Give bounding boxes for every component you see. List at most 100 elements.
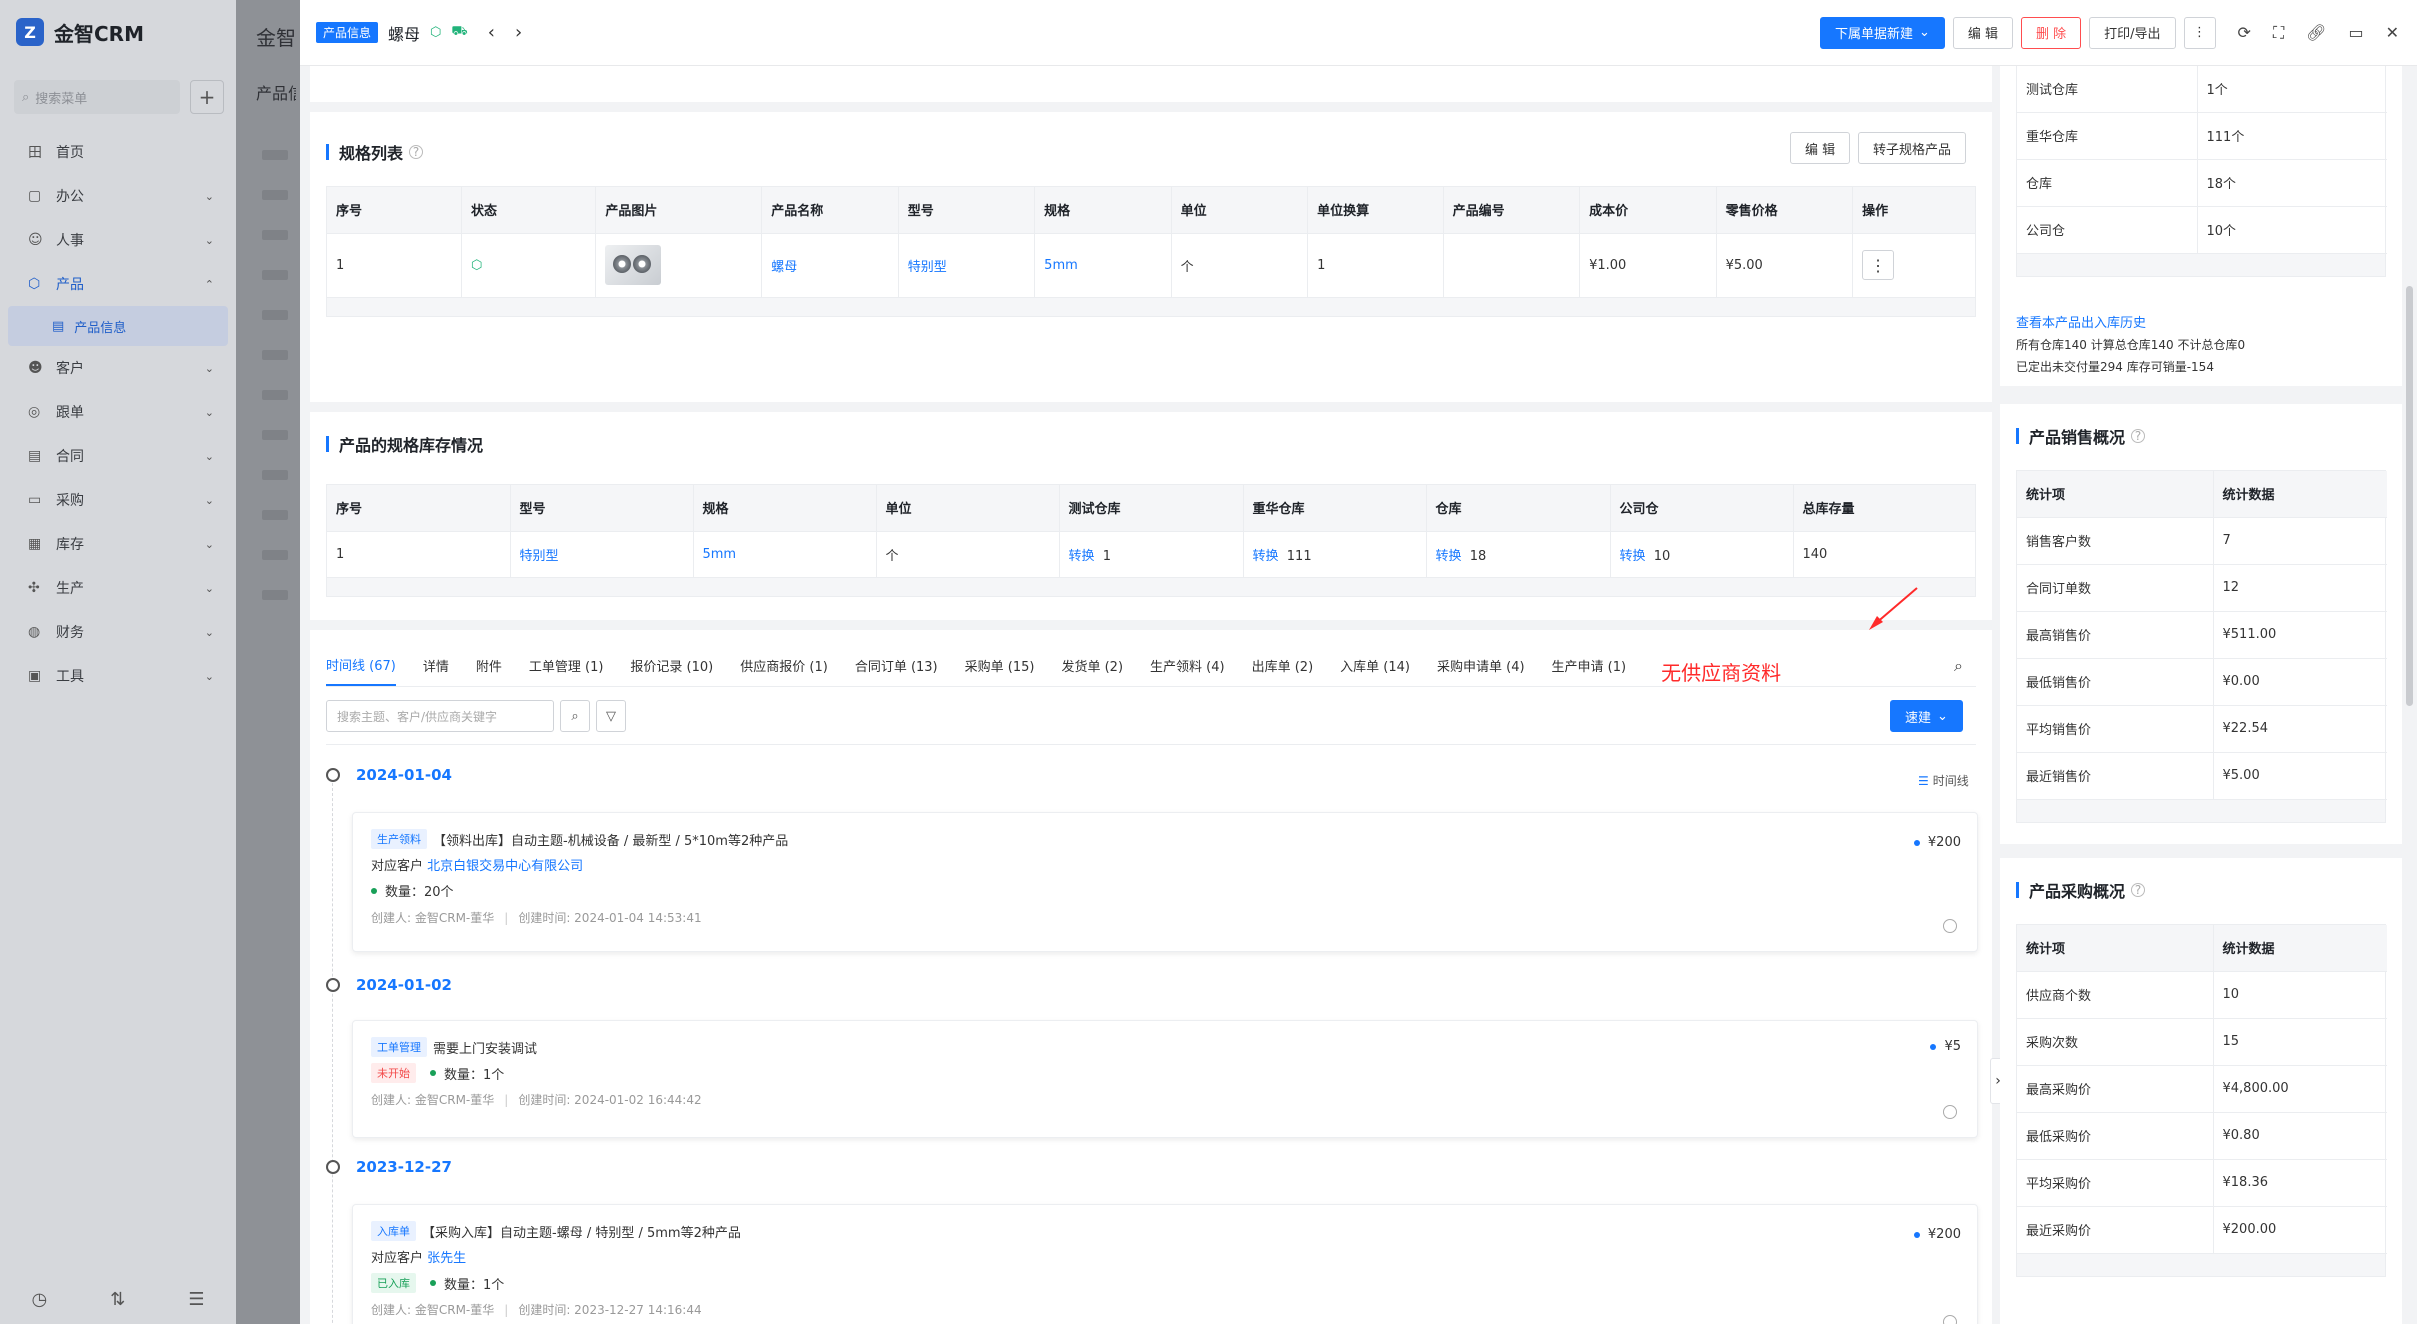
tab-supplier-quotes[interactable]: 供应商报价 (1) [740,644,828,686]
menu-search-input[interactable]: ⌕ 搜索菜单 [14,80,180,114]
tab-purchase-orders[interactable]: 采购单 (15) [965,644,1035,686]
sidebar-item-tools[interactable]: ▣ 工具 ⌄ [0,654,236,698]
warehouse-stock-table: 测试仓库 1个 重华仓库 111个 仓库 18个 公司仓 10个 [2016,66,2387,277]
sidebar-subitem-product-info[interactable]: ▤ 产品信息 [8,306,228,346]
table-footer [2017,1253,2385,1276]
annotation-no-supplier: 无供应商资料 [1661,661,1782,685]
sidebar-item-office[interactable]: ▢ 办公 ⌄ [0,174,236,218]
timeline-search-input[interactable]: 搜索主题、客户/供应商关键字 [326,700,554,732]
sidebar-item-finance[interactable]: ◍ 财务 ⌄ [0,610,236,654]
new-subdocument-button[interactable]: 下属单据新建 ⌄ [1819,16,1945,49]
tab-delivery-notes[interactable]: 发货单 (2) [1061,644,1123,686]
search-icon[interactable]: ⌕ [1954,656,1963,676]
sales-overview-table: 统计项 统计数据 销售客户数 7 合同订单数 12 最高销售价 ¥511.00 最低销售… [2016,470,2387,823]
sidebar-item-customer[interactable]: ☻ 客户 ⌄ [0,346,236,390]
sidebar-item-inventory[interactable]: ▦ 库存 ⌄ [0,522,236,566]
filter-settings-icon[interactable]: ⇅ [110,1289,125,1310]
timeline-card: 时间线 (67) 详情 附件 工单管理 (1) 报价记录 (10) 供应商报价 … [310,587,1992,1324]
tab-production-requests[interactable]: 生产申请 (1) [1552,644,1627,686]
cell-cost: ¥1.00 [1579,233,1717,298]
model-link[interactable]: 特别型 [908,260,947,275]
target-icon: ◎ [28,404,41,420]
drawer-header: 产品信息 螺母 ⬡ ⛟ ‹ › 下属单据新建 ⌄ 编 辑 删 除 打印/导出 ⋮ … [300,0,2417,66]
search-icon[interactable]: ⌕ [560,700,590,732]
sidebar-item-purchase[interactable]: ▭ 采购 ⌄ [0,478,236,522]
chevron-down-icon: ⌄ [204,581,214,595]
logo[interactable]: Z 金智CRM [0,0,236,64]
cell-actions: ⋮ [1852,233,1975,298]
add-icon[interactable]: + [190,80,224,114]
timeline-entry[interactable]: 生产领料 【领料出库】自动主题-机械设备 / 最新型 / 5*10m等2种产品 对… [352,812,1978,952]
refresh-icon[interactable]: ⟳ [2238,23,2251,42]
sidebar-item-production[interactable]: ✣ 生产 ⌄ [0,566,236,610]
entry-title[interactable]: 需要上门安装调试 [433,1038,537,1057]
quick-create-button[interactable]: 速建 ⌄ [1890,700,1963,732]
help-icon[interactable]: ? [409,145,424,159]
sidebar-item-home[interactable]: 田首页 [0,130,236,174]
product-image[interactable] [605,245,662,285]
tab-inbound[interactable]: 入库单 (14) [1340,644,1410,686]
prev-record-icon[interactable]: ‹ [488,22,495,43]
tab-attachments[interactable]: 附件 [476,644,502,686]
scrollbar-thumb[interactable] [2406,286,2413,706]
window-icon[interactable]: ▭ [2348,23,2363,42]
comment-icon[interactable] [1943,1315,1957,1324]
entry-customer-link[interactable]: 张先生 [427,1247,466,1266]
convert-spec-button[interactable]: 转子规格产品 [1858,132,1967,164]
stat-name: 最高销售价 [2017,611,2214,659]
entry-amount-value: ¥5 [1944,1039,1961,1054]
tab-details[interactable]: 详情 [423,644,449,686]
convert-link[interactable]: 转换 [1620,549,1646,564]
stock-history-link[interactable]: 查看本产品出入库历史 [2016,312,2146,331]
tab-timeline[interactable]: 时间线 (67) [326,644,396,686]
tab-contract-orders[interactable]: 合同订单 (13) [855,644,938,686]
timeline-dot [326,978,340,992]
menu-list-icon[interactable]: ☰ [188,1289,204,1310]
timeline-view-toggle[interactable]: ☰ 时间线 [1918,772,1969,789]
comment-icon[interactable] [1943,919,1957,933]
sidebar-item-contract[interactable]: ▤ 合同 ⌄ [0,434,236,478]
spec-link[interactable]: 5mm [703,547,737,562]
sidebar-item-followup[interactable]: ◎ 跟单 ⌄ [0,390,236,434]
fullscreen-icon[interactable]: ⛶ [2273,23,2284,43]
tab-quotes[interactable]: 报价记录 (10) [630,644,713,686]
convert-link[interactable]: 转换 [1436,549,1462,564]
convert-link[interactable]: 转换 [1253,549,1279,564]
edit-button[interactable]: 编 辑 [1952,16,2014,49]
product-name-link[interactable]: 螺母 [771,260,797,275]
tab-purchase-requests[interactable]: 采购申请单 (4) [1437,644,1525,686]
tab-work-orders[interactable]: 工单管理 (1) [529,644,604,686]
model-link[interactable]: 特别型 [520,549,559,564]
help-icon[interactable]: ? [2131,429,2146,443]
more-icon[interactable]: ⋮ [2183,16,2216,49]
timeline-entry[interactable]: 工单管理 需要上门安装调试 未开始 数量：1个 创建人: 金智CRM-董华 | 创建时间… [352,1020,1978,1138]
filter-icon[interactable]: ▽ [596,700,626,732]
warehouse-name: 仓库 [2017,159,2198,207]
convert-link[interactable]: 转换 [1069,549,1095,564]
sidebar-item-hr[interactable]: ☺ 人事 ⌄ [0,218,236,262]
entry-customer-row: 对应客户 张先生 [371,1247,466,1266]
entry-type-tag: 生产领料 [371,829,427,849]
spec-link[interactable]: 5mm [1044,258,1078,273]
delete-button[interactable]: 删 除 [2021,16,2082,49]
comment-icon[interactable] [1943,1105,1957,1119]
stat-value: ¥511.00 [2213,611,2387,659]
entry-customer-link[interactable]: 北京白银交易中心有限公司 [427,855,583,874]
help-icon[interactable]: ? [2131,883,2146,897]
sidebar-item-product[interactable]: ⬡ 产品 ⌃ [0,262,236,306]
entry-title[interactable]: 【采购入库】自动主题-螺母 / 特别型 / 5mm等2种产品 [422,1222,741,1241]
cell-image [595,233,763,298]
entry-title[interactable]: 【领料出库】自动主题-机械设备 / 最新型 / 5*10m等2种产品 [433,830,788,849]
print-export-button[interactable]: 打印/导出 [2089,16,2176,49]
spec-edit-button[interactable]: 编 辑 [1790,132,1851,164]
tab-production-picking[interactable]: 生产领料 (4) [1150,644,1225,686]
scrollbar[interactable] [2402,66,2417,1324]
tab-outbound[interactable]: 出库单 (2) [1252,644,1314,686]
timeline-entry[interactable]: 入库单 【采购入库】自动主题-螺母 / 特别型 / 5mm等2种产品 对应客户 张… [352,1204,1978,1324]
link-icon[interactable]: 🔗︎ [2306,23,2326,42]
more-icon[interactable]: ⋮ [1862,250,1895,280]
close-icon[interactable]: ✕ [2386,23,2399,42]
history-icon[interactable]: ◷ [32,1289,48,1310]
product-icon: ⬡ [28,276,41,292]
next-record-icon[interactable]: › [515,22,522,43]
